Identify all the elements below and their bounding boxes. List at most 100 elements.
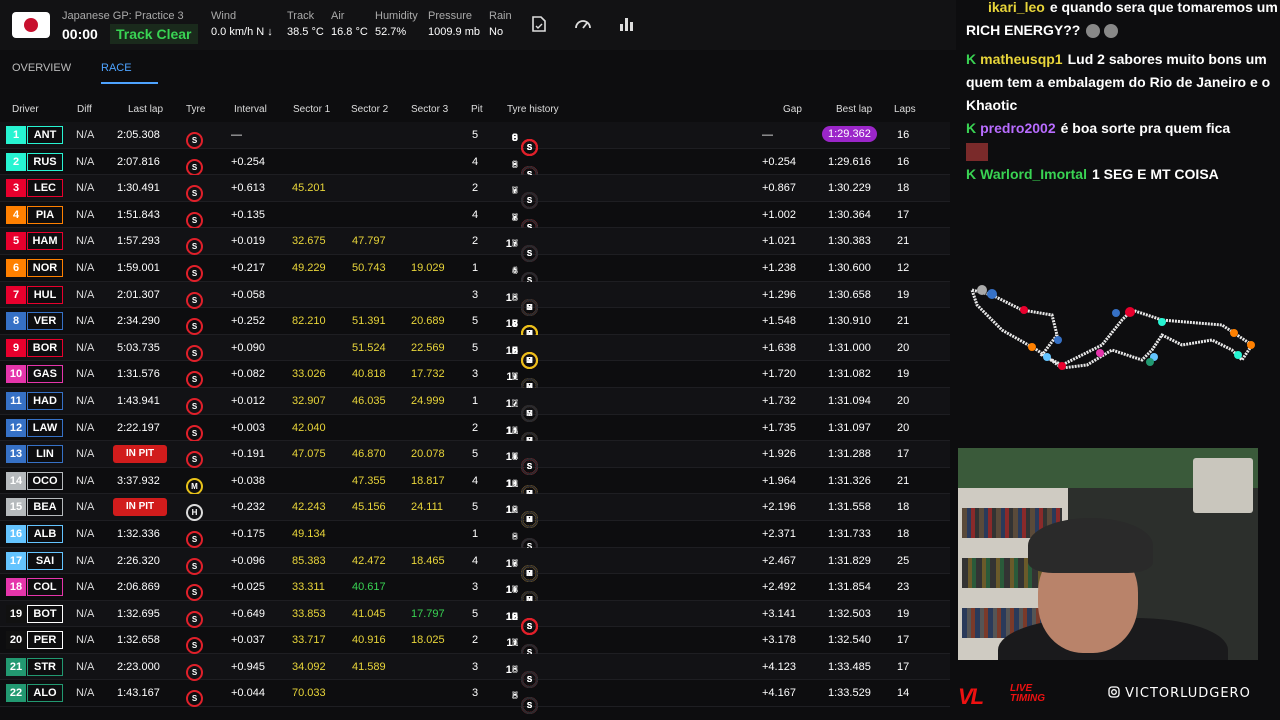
- table-row[interactable]: 19 BOT N/A 1:32.695 S +0.649 33.853 41.0…: [0, 600, 950, 635]
- table-row[interactable]: 15 BEA N/A IN PIT H +0.232 42.243 45.156…: [0, 494, 950, 529]
- tyre-stint: 0: [500, 371, 542, 396]
- sector-2: 51.391: [352, 315, 386, 328]
- tyre-compound-icon: S: [186, 238, 203, 256]
- driver-abbr[interactable]: PER: [27, 631, 63, 650]
- pit-count: 4: [472, 155, 479, 168]
- table-row[interactable]: 11 HAD N/A 1:43.941 S +0.012 32.907 46.0…: [0, 387, 950, 422]
- document-icon[interactable]: [530, 16, 548, 34]
- sector-2: 47.797: [352, 235, 386, 248]
- table-row[interactable]: 1 ANT N/A 2:05.308 S — 5 9S6S3S9S6S3S — …: [0, 122, 950, 156]
- header-last[interactable]: Last lap: [128, 104, 163, 115]
- driver-abbr[interactable]: LEC: [27, 179, 63, 198]
- gap: +1.964: [762, 474, 796, 487]
- table-row[interactable]: 4 PIA N/A 1:51.843 S +0.135 4 8S8S3S8S7S…: [0, 202, 950, 236]
- position: 17: [6, 551, 26, 570]
- table-row[interactable]: 21 STR N/A 2:23.000 S +0.945 34.092 41.5…: [0, 653, 950, 688]
- last-lap: 2:26.320: [117, 554, 160, 567]
- position: 3: [6, 179, 26, 198]
- last-lap: 1:57.293: [117, 235, 160, 248]
- tyre-stint: 0: [500, 637, 542, 662]
- chat-username[interactable]: ikari_leo: [988, 0, 1045, 15]
- table-row[interactable]: 17 SAI N/A 2:26.320 S +0.096 85.383 42.4…: [0, 547, 950, 582]
- chat-username[interactable]: predro2002: [980, 120, 1055, 136]
- position: 16: [6, 524, 26, 543]
- sector-1: 85.383: [292, 554, 326, 567]
- best-lap: 1:33.485: [828, 660, 871, 673]
- gap: +1.638: [762, 341, 796, 354]
- weather-wind: Wind 0.0 km/h N ↓: [211, 10, 273, 38]
- table-row[interactable]: 13 LIN N/A IN PIT S +0.191 47.075 46.870…: [0, 441, 950, 476]
- table-row[interactable]: 9 BOR N/A 5:03.735 S +0.090 51.524 22.56…: [0, 334, 950, 369]
- driver-abbr[interactable]: RUS: [27, 152, 63, 171]
- driver-abbr[interactable]: GAS: [27, 365, 63, 384]
- driver-abbr[interactable]: BEA: [27, 498, 63, 517]
- header-tyre[interactable]: Tyre: [186, 104, 205, 115]
- table-row[interactable]: 8 VER N/A 2:34.290 S +0.252 82.210 51.39…: [0, 308, 950, 343]
- gap: +1.735: [762, 421, 796, 434]
- table-row[interactable]: 5 HAM N/A 1:57.293 S +0.019 32.675 47.79…: [0, 228, 950, 263]
- sector-2: 41.589: [352, 660, 386, 673]
- laps: 18: [897, 182, 910, 195]
- best-lap: 1:31.097: [828, 421, 871, 434]
- table-row[interactable]: 2 RUS N/A 2:07.816 S +0.254 4 9S6S3S9S3S…: [0, 149, 950, 183]
- header-sector2[interactable]: Sector 2: [351, 104, 388, 115]
- diff: N/A: [76, 607, 95, 620]
- driver-abbr[interactable]: BOT: [27, 604, 63, 623]
- header-sector1[interactable]: Sector 1: [293, 104, 330, 115]
- driver-abbr[interactable]: HAD: [27, 391, 63, 410]
- driver-abbr[interactable]: HUL: [27, 285, 63, 304]
- chat-username[interactable]: Warlord_Imortal: [980, 166, 1087, 182]
- table-row[interactable]: 3 LEC N/A 1:30.491 S +0.613 45.201 2 8S9…: [0, 175, 950, 210]
- driver-abbr[interactable]: LIN: [27, 445, 63, 464]
- tyre-compound-icon: S: [186, 211, 203, 229]
- table-row[interactable]: 6 NOR N/A 1:59.001 S +0.217 49.229 50.74…: [0, 255, 950, 289]
- table-row[interactable]: 18 COL N/A 2:06.869 S +0.025 33.311 40.6…: [0, 574, 950, 609]
- driver-abbr[interactable]: COL: [27, 578, 63, 597]
- header-interval[interactable]: Interval: [234, 104, 267, 115]
- driver-abbr[interactable]: SAI: [27, 551, 63, 570]
- tyre-stint: 0: [500, 558, 542, 582]
- chat-message: Kmatheusqp1 Lud 2 sabores muito bons um q…: [962, 48, 1280, 117]
- pit-count: 2: [472, 634, 479, 647]
- driver-abbr[interactable]: VER: [27, 312, 63, 331]
- diff: N/A: [76, 394, 95, 407]
- driver-abbr[interactable]: NOR: [27, 258, 63, 277]
- gauge-icon[interactable]: [574, 16, 592, 34]
- table-row[interactable]: 22 ALO N/A 1:43.167 S +0.044 70.033 3 5S…: [0, 680, 950, 715]
- interval: +0.252: [231, 315, 265, 328]
- position: 18: [6, 578, 26, 597]
- driver-abbr[interactable]: PIA: [27, 205, 63, 224]
- table-row[interactable]: 14 OCO N/A 3:37.932 M +0.038 47.355 18.8…: [0, 468, 950, 502]
- header-diff[interactable]: Diff: [77, 104, 92, 115]
- driver-abbr[interactable]: BOR: [27, 338, 63, 357]
- session-clock: 00:00: [62, 26, 98, 42]
- table-row[interactable]: 16 ALB N/A 1:32.336 S +0.175 49.134 1 8S…: [0, 521, 950, 555]
- driver-abbr[interactable]: OCO: [27, 471, 63, 490]
- table-row[interactable]: 7 HUL N/A 2:01.307 S +0.058 3 8 S 8 S 5 S 10 M 0…: [0, 281, 950, 316]
- driver-abbr[interactable]: LAW: [27, 418, 63, 437]
- header-sector3[interactable]: Sector 3: [411, 104, 448, 115]
- chat-text: 1 SEG E MT COISA: [1091, 166, 1219, 182]
- driver-abbr[interactable]: ALO: [27, 684, 63, 703]
- table-row[interactable]: 10 GAS N/A 1:31.576 S +0.082 33.026 40.8…: [0, 361, 950, 396]
- driver-abbr[interactable]: ALB: [27, 524, 63, 543]
- tab-overview[interactable]: OVERVIEW: [12, 62, 71, 82]
- header-gap[interactable]: Gap: [783, 104, 802, 115]
- table-row[interactable]: 12 LAW N/A 2:22.197 S +0.003 42.040 2 5S…: [0, 415, 950, 449]
- tab-race[interactable]: RACE: [101, 62, 158, 84]
- gap: +2.371: [762, 527, 796, 540]
- header-best[interactable]: Best lap: [836, 104, 872, 115]
- header-laps[interactable]: Laps: [894, 104, 916, 115]
- gap: +0.254: [762, 155, 796, 168]
- table-row[interactable]: 20 PER N/A 1:32.658 S +0.037 33.717 40.9…: [0, 627, 950, 662]
- header-pit[interactable]: Pit: [471, 104, 483, 115]
- bar-chart-icon[interactable]: [618, 16, 636, 34]
- driver-abbr[interactable]: ANT: [27, 126, 63, 144]
- sector-3: 18.817: [411, 474, 445, 487]
- driver-abbr[interactable]: STR: [27, 657, 63, 676]
- header-tyre-history[interactable]: Tyre history: [507, 104, 559, 115]
- chat-username[interactable]: matheusqp1: [980, 51, 1062, 67]
- sector-3: 18.465: [411, 554, 445, 567]
- driver-abbr[interactable]: HAM: [27, 232, 63, 251]
- header-driver[interactable]: Driver: [12, 104, 39, 115]
